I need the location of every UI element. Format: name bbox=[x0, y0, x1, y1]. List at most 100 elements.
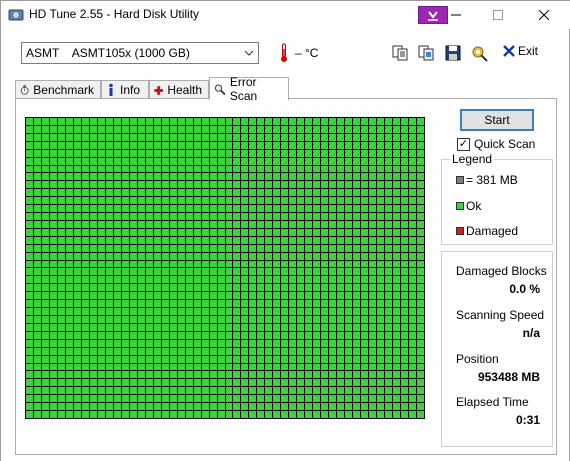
scan-block bbox=[401, 133, 409, 141]
scan-block bbox=[369, 205, 377, 213]
scan-block bbox=[401, 387, 409, 395]
scan-block bbox=[241, 173, 249, 181]
scan-block bbox=[217, 371, 225, 379]
scan-block bbox=[409, 149, 417, 157]
scan-block bbox=[217, 173, 225, 181]
scan-block bbox=[201, 284, 209, 292]
scan-block bbox=[26, 189, 33, 197]
scan-block bbox=[289, 133, 297, 141]
scan-block bbox=[33, 244, 41, 252]
scan-block bbox=[297, 141, 305, 149]
scan-block bbox=[233, 173, 241, 181]
scan-block bbox=[417, 213, 424, 220]
scan-block bbox=[161, 118, 169, 125]
scan-block bbox=[193, 149, 201, 157]
scan-block bbox=[49, 331, 57, 339]
scan-block bbox=[329, 363, 337, 371]
scan-block bbox=[233, 165, 241, 173]
scan-block bbox=[345, 157, 353, 165]
scan-block bbox=[257, 252, 265, 260]
scan-block bbox=[281, 189, 289, 197]
exit-button[interactable]: Exit bbox=[503, 44, 538, 58]
scan-block bbox=[265, 308, 273, 316]
close-button[interactable] bbox=[527, 1, 561, 29]
drive-select[interactable]: ASMT ASMT105x (1000 GB) bbox=[21, 42, 259, 64]
scan-block bbox=[177, 205, 185, 213]
scan-block bbox=[145, 268, 153, 276]
scan-block bbox=[81, 379, 89, 387]
scan-block bbox=[137, 308, 145, 316]
scan-block bbox=[281, 339, 289, 347]
minimize-button[interactable] bbox=[439, 1, 473, 29]
scan-block bbox=[201, 363, 209, 371]
scan-block bbox=[121, 236, 129, 244]
title-bar[interactable]: HD Tune 2.55 - Hard Disk Utility bbox=[1, 1, 570, 29]
scan-block bbox=[409, 355, 417, 363]
scan-block bbox=[297, 260, 305, 268]
scan-block bbox=[49, 300, 57, 308]
scan-block bbox=[281, 347, 289, 355]
scan-block bbox=[177, 284, 185, 292]
scan-block bbox=[97, 181, 105, 189]
scan-block bbox=[313, 371, 321, 379]
scan-block bbox=[265, 403, 273, 411]
scan-block bbox=[233, 260, 241, 268]
tab-info[interactable]: Info bbox=[101, 80, 149, 99]
scan-block bbox=[81, 118, 89, 125]
scan-block bbox=[337, 395, 345, 403]
quick-scan-checkbox[interactable]: ✓ Quick Scan bbox=[457, 137, 535, 151]
scan-block bbox=[273, 205, 281, 213]
scan-block bbox=[177, 276, 185, 284]
scan-block bbox=[265, 387, 273, 395]
scan-block bbox=[145, 213, 153, 220]
scan-block bbox=[185, 355, 193, 363]
copy-text-icon[interactable] bbox=[391, 44, 409, 62]
scan-block bbox=[201, 181, 209, 189]
scan-block bbox=[305, 411, 313, 418]
maximize-icon bbox=[493, 10, 503, 20]
start-button[interactable]: Start bbox=[460, 109, 534, 131]
tab-benchmark[interactable]: Benchmark bbox=[15, 80, 101, 99]
scan-block bbox=[321, 141, 329, 149]
options-icon[interactable] bbox=[471, 44, 489, 62]
scan-block bbox=[377, 118, 385, 125]
scan-block bbox=[249, 189, 257, 197]
scan-block bbox=[193, 411, 201, 418]
scan-block bbox=[33, 323, 41, 331]
save-icon[interactable] bbox=[444, 44, 462, 62]
scan-block bbox=[401, 308, 409, 316]
scan-block bbox=[321, 363, 329, 371]
tab-health[interactable]: Health bbox=[149, 80, 209, 99]
scan-block bbox=[177, 363, 185, 371]
scan-block bbox=[409, 339, 417, 347]
scan-block bbox=[57, 363, 65, 371]
scan-block bbox=[409, 189, 417, 197]
scan-block bbox=[193, 379, 201, 387]
scan-block bbox=[417, 316, 424, 323]
scan-block bbox=[57, 403, 65, 411]
scan-block bbox=[145, 323, 153, 331]
scan-block bbox=[33, 213, 41, 220]
scan-block bbox=[193, 363, 201, 371]
scan-block bbox=[97, 323, 105, 331]
scan-block bbox=[385, 220, 393, 228]
scan-block bbox=[145, 292, 153, 300]
copy-screenshot-icon[interactable] bbox=[417, 44, 435, 62]
scan-block bbox=[105, 355, 113, 363]
scan-block bbox=[26, 205, 33, 213]
scan-block bbox=[209, 276, 217, 284]
scan-block bbox=[417, 371, 424, 379]
scan-block bbox=[209, 236, 217, 244]
scan-block bbox=[97, 308, 105, 316]
tab-error-scan[interactable]: Error Scan bbox=[209, 75, 289, 103]
scan-block bbox=[177, 125, 185, 133]
maximize-button[interactable] bbox=[481, 1, 515, 29]
scan-block bbox=[113, 244, 121, 252]
scan-block bbox=[41, 276, 49, 284]
scan-block bbox=[265, 331, 273, 339]
scan-block bbox=[393, 252, 401, 260]
scan-block bbox=[193, 339, 201, 347]
scan-block bbox=[73, 323, 81, 331]
scan-block bbox=[33, 403, 41, 411]
scan-block bbox=[345, 316, 353, 323]
